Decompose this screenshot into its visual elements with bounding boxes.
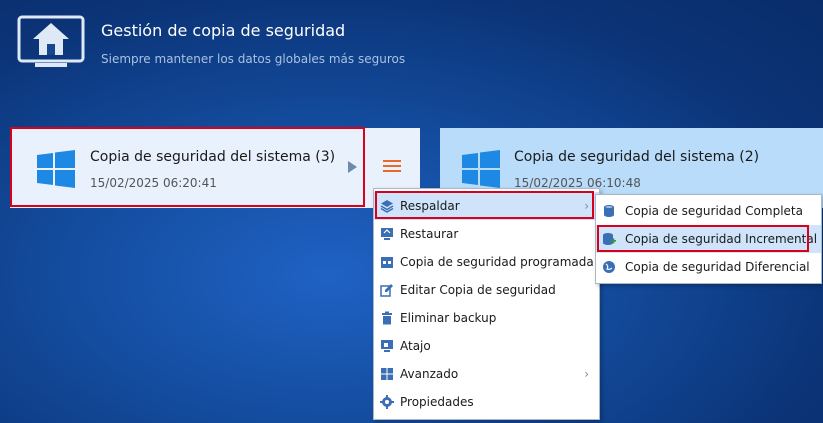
context-menu: Respaldar › Restaurar Copia de seguridad…	[373, 188, 600, 420]
menu-item-label: Propiedades	[400, 395, 474, 409]
trash-icon	[380, 311, 394, 325]
shortcut-icon	[380, 339, 394, 353]
menu-item-propiedades[interactable]: Propiedades	[374, 388, 599, 416]
menu-item-programada[interactable]: Copia de seguridad programada	[374, 248, 599, 276]
menu-item-eliminar[interactable]: Eliminar backup	[374, 304, 599, 332]
submenu-highlight-box	[597, 225, 809, 252]
calendar-icon	[380, 255, 394, 269]
menu-item-label: Atajo	[400, 339, 431, 353]
page-title: Gestión de copia de seguridad	[101, 21, 346, 40]
submenu-item-completa[interactable]: Copia de seguridad Completa	[596, 197, 821, 225]
menu-item-label: Avanzado	[400, 367, 459, 381]
page-subtitle: Siempre mantener los datos globales más …	[101, 52, 406, 66]
database-icon	[602, 204, 616, 218]
edit-icon	[380, 283, 394, 297]
menu-item-editar[interactable]: Editar Copia de seguridad	[374, 276, 599, 304]
restore-monitor-icon	[380, 227, 394, 241]
globe-icon	[602, 260, 616, 274]
menu-item-label: Eliminar backup	[400, 311, 497, 325]
menu-item-label: Editar Copia de seguridad	[400, 283, 556, 297]
menu-item-label: Restaurar	[400, 227, 459, 241]
submenu-item-label: Copia de seguridad Completa	[625, 204, 803, 218]
windows-logo-icon	[462, 150, 500, 188]
menu-highlight-box	[375, 191, 594, 219]
menu-item-restaurar[interactable]: Restaurar	[374, 220, 599, 248]
menu-item-avanzado[interactable]: Avanzado ›	[374, 360, 599, 388]
grid-icon	[380, 367, 394, 381]
chevron-right-icon: ›	[584, 367, 589, 381]
play-arrow-icon[interactable]	[348, 161, 357, 173]
backup-card-title: Copia de seguridad del sistema (2)	[514, 149, 760, 165]
hamburger-menu-icon[interactable]	[383, 160, 401, 174]
card-highlight-box	[10, 127, 365, 207]
submenu-item-label: Copia de seguridad Diferencial	[625, 260, 810, 274]
menu-item-atajo[interactable]: Atajo	[374, 332, 599, 360]
gear-icon	[380, 395, 394, 409]
menu-item-label: Copia de seguridad programada	[400, 255, 594, 269]
home-monitor-icon	[17, 15, 85, 71]
submenu-item-diferencial[interactable]: Copia de seguridad Diferencial	[596, 253, 821, 281]
